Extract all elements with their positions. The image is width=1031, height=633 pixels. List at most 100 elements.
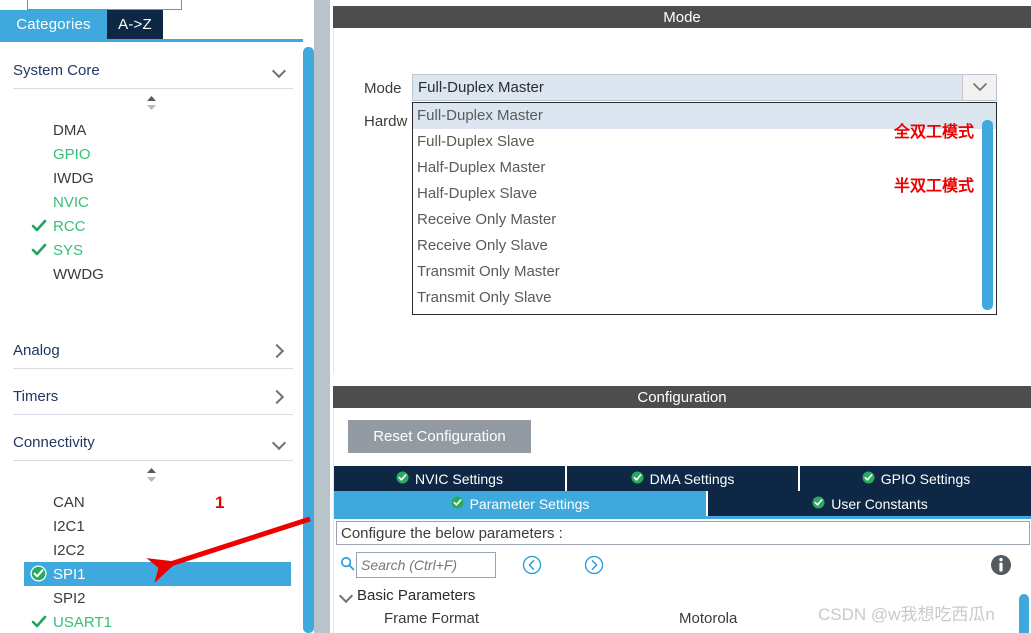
tree-group-basic-parameters[interactable]: Basic Parameters bbox=[338, 584, 475, 606]
left-panel-scrollbar-thumb[interactable] bbox=[303, 47, 314, 633]
info-icon[interactable] bbox=[990, 554, 1012, 576]
category-label-timers: Timers bbox=[13, 388, 59, 405]
mode-select[interactable]: Full-Duplex Master bbox=[412, 74, 997, 101]
tab-gpio-settings[interactable]: GPIO Settings bbox=[800, 466, 1031, 491]
dropdown-option-transmit-only-slave[interactable]: Transmit Only Slave bbox=[413, 285, 996, 311]
peripheral-label: WWDG bbox=[53, 265, 104, 283]
watermark: CSDN @w我想吃西瓜n bbox=[818, 605, 995, 624]
reset-configuration-button[interactable]: Reset Configuration bbox=[348, 420, 531, 453]
sort-updown-icon bbox=[147, 96, 156, 110]
tab-categories[interactable]: Categories bbox=[0, 10, 107, 39]
dropdown-option-label: Full-Duplex Master bbox=[417, 107, 543, 124]
mode-field-label: Mode bbox=[364, 80, 402, 97]
peripheral-item-gpio[interactable]: GPIO bbox=[13, 142, 291, 166]
tab-nvic-settings[interactable]: NVIC Settings bbox=[334, 466, 565, 491]
configuration-scrollbar-thumb[interactable] bbox=[1019, 594, 1029, 633]
panel-divider bbox=[314, 0, 330, 633]
dropdown-option-receive-only-slave[interactable]: Receive Only Slave bbox=[413, 233, 996, 259]
check-circle-icon bbox=[451, 495, 464, 512]
tab-a-to-z-label: A->Z bbox=[118, 16, 152, 33]
dropdown-option-transmit-only-master[interactable]: Transmit Only Master bbox=[413, 259, 996, 285]
peripheral-item-sys[interactable]: SYS bbox=[13, 238, 291, 262]
check-circle-icon bbox=[812, 495, 825, 512]
check-icon bbox=[31, 242, 47, 258]
peripheral-item-can[interactable]: CAN bbox=[13, 490, 291, 514]
chevron-down-icon bbox=[271, 63, 287, 79]
dropdown-option-receive-only-master[interactable]: Receive Only Master bbox=[413, 207, 996, 233]
configuration-panel-title-label: Configuration bbox=[637, 388, 727, 406]
previous-match-button[interactable] bbox=[522, 555, 542, 575]
category-list: System Core DMA GPIO IWDG NVIC RCC SYS W… bbox=[0, 45, 303, 633]
tab-nvic-settings-label: NVIC Settings bbox=[415, 470, 503, 487]
mode-panel-title: Mode bbox=[333, 6, 1031, 28]
check-icon bbox=[31, 218, 47, 234]
peripheral-label: I2C1 bbox=[53, 517, 85, 535]
parameter-name-frame-format: Frame Format bbox=[384, 610, 480, 627]
peripheral-label: USART1 bbox=[53, 613, 112, 631]
dropdown-option-label: Half-Duplex Master bbox=[417, 159, 546, 176]
category-header-system-core[interactable]: System Core bbox=[13, 53, 293, 89]
peripheral-item-rcc[interactable]: RCC bbox=[13, 214, 291, 238]
tab-user-constants-label: User Constants bbox=[831, 495, 928, 512]
mode-panel-title-label: Mode bbox=[663, 8, 701, 26]
check-circle-icon bbox=[396, 470, 409, 487]
sort-toggle-system-core[interactable] bbox=[0, 93, 303, 113]
configuration-panel: Configuration Reset Configuration NVIC S… bbox=[330, 382, 1031, 633]
configure-note-label: Configure the below parameters : bbox=[341, 524, 563, 542]
sort-toggle-connectivity[interactable] bbox=[0, 465, 303, 485]
peripheral-label: SYS bbox=[53, 241, 84, 259]
left-tabbar: Categories A->Z bbox=[0, 10, 303, 39]
search-icon bbox=[340, 556, 355, 576]
hardware-field-label: Hardw bbox=[364, 113, 408, 130]
annotation-step-number: 1 bbox=[215, 493, 225, 512]
check-icon bbox=[31, 614, 47, 630]
chevron-down-icon[interactable] bbox=[962, 75, 996, 100]
category-label-connectivity: Connectivity bbox=[13, 434, 95, 451]
check-circle-icon bbox=[631, 470, 644, 487]
dropdown-option-label: Half-Duplex Slave bbox=[417, 185, 538, 202]
config-tabs-underline bbox=[334, 516, 1031, 519]
peripheral-label: SPI1 bbox=[53, 565, 86, 583]
chevron-down-icon bbox=[271, 435, 287, 451]
next-match-button[interactable] bbox=[584, 555, 604, 575]
dropdown-option-label: Full-Duplex Slave bbox=[417, 133, 535, 150]
peripheral-item-iwdg[interactable]: IWDG bbox=[13, 166, 291, 190]
parameter-value-frame-format[interactable]: Motorola bbox=[679, 610, 737, 627]
peripheral-item-i2c2[interactable]: I2C2 bbox=[13, 538, 291, 562]
check-circle-icon bbox=[30, 565, 47, 582]
dropdown-option-label: Transmit Only Slave bbox=[417, 289, 552, 306]
peripheral-item-dma[interactable]: DMA bbox=[13, 118, 291, 142]
peripheral-selector-panel: Categories A->Z System Core DMA GPIO IWD… bbox=[0, 0, 303, 633]
sort-updown-icon bbox=[147, 468, 156, 482]
mode-panel: Mode Mode Hardw Full-Duplex Master Full-… bbox=[330, 0, 1031, 374]
category-header-timers[interactable]: Timers bbox=[13, 379, 293, 415]
reset-configuration-label: Reset Configuration bbox=[373, 428, 506, 445]
peripheral-item-usart1[interactable]: USART1 bbox=[13, 610, 291, 633]
peripheral-label: DMA bbox=[53, 121, 87, 139]
peripheral-item-spi2[interactable]: SPI2 bbox=[13, 586, 291, 610]
peripheral-item-i2c1[interactable]: I2C1 bbox=[13, 514, 291, 538]
check-circle-icon bbox=[862, 470, 875, 487]
peripheral-item-nvic[interactable]: NVIC bbox=[13, 190, 291, 214]
tab-dma-settings-label: DMA Settings bbox=[649, 470, 735, 487]
tab-user-constants[interactable]: User Constants bbox=[708, 491, 1031, 516]
dropdown-scrollbar-thumb[interactable] bbox=[982, 120, 993, 310]
category-header-connectivity[interactable]: Connectivity bbox=[13, 425, 293, 461]
peripheral-search-input[interactable] bbox=[27, 0, 182, 10]
parameter-search-row bbox=[334, 550, 1031, 582]
category-header-analog[interactable]: Analog bbox=[13, 333, 293, 369]
tab-a-to-z[interactable]: A->Z bbox=[107, 10, 163, 39]
peripheral-label: CAN bbox=[53, 493, 85, 511]
annotation-full-duplex: 全双工模式 bbox=[894, 124, 975, 141]
right-content-area: Mode Mode Hardw Full-Duplex Master Full-… bbox=[330, 0, 1031, 633]
left-panel-scrollbar-track[interactable] bbox=[295, 42, 303, 633]
peripheral-item-wwdg[interactable]: WWDG bbox=[13, 262, 291, 286]
configure-note: Configure the below parameters : bbox=[336, 521, 1030, 545]
tab-parameter-settings-label: Parameter Settings bbox=[469, 495, 590, 512]
parameter-search-input[interactable] bbox=[356, 552, 496, 578]
tab-dma-settings[interactable]: DMA Settings bbox=[567, 466, 798, 491]
chevron-down-icon[interactable] bbox=[338, 588, 352, 602]
tab-parameter-settings[interactable]: Parameter Settings bbox=[334, 491, 706, 516]
peripheral-item-spi1[interactable]: SPI1 bbox=[24, 562, 291, 586]
dropdown-option-label: Receive Only Master bbox=[417, 211, 557, 228]
